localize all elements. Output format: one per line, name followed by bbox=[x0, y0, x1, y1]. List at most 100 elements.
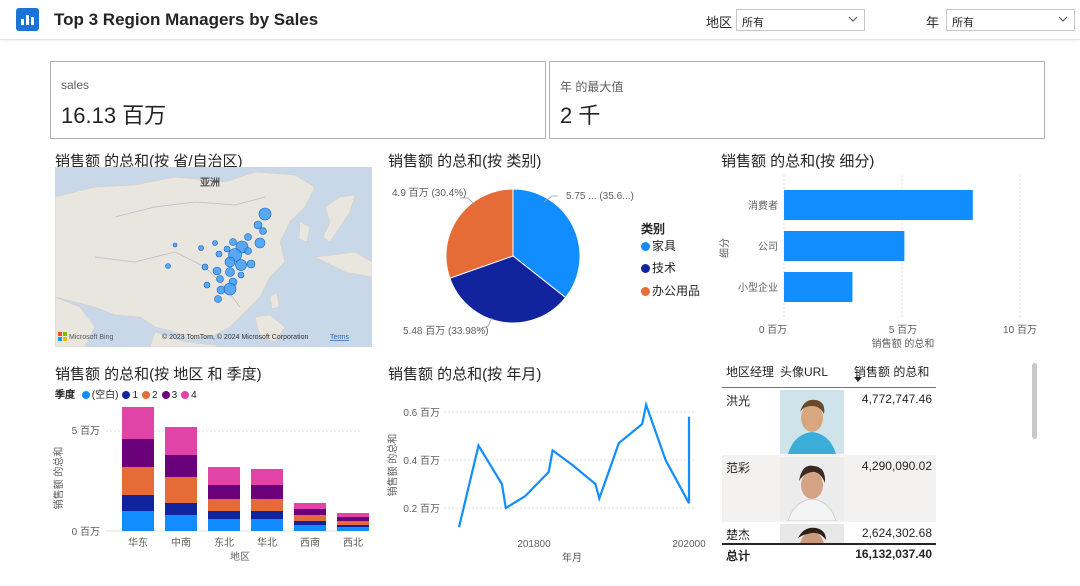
stacked-xlabel: 地区 bbox=[230, 550, 250, 563]
table-header-sales[interactable]: 销售额 的总和 bbox=[854, 363, 929, 380]
stacked-segment-3-0[interactable] bbox=[251, 519, 283, 531]
chevron-down-icon bbox=[1058, 16, 1068, 22]
region-filter-label: 地区 bbox=[706, 15, 733, 30]
stacked-segment-2-4[interactable] bbox=[208, 467, 240, 485]
year-filter-label: 年 bbox=[926, 15, 940, 30]
pie-legend-item-tech[interactable]: 技术 bbox=[641, 259, 676, 276]
stacked-category-label: 中南 bbox=[171, 536, 191, 549]
sales-map[interactable]: 亚洲 Microsoft Bing © 2023 TomTom, © 2024 … bbox=[55, 167, 372, 347]
legend-dot-icon bbox=[641, 242, 650, 251]
year-filter-select[interactable]: 所有 bbox=[946, 9, 1075, 31]
stacked-segment-0-4[interactable] bbox=[122, 407, 154, 439]
legend-dot-icon bbox=[142, 391, 151, 399]
map-terms-link[interactable]: Terms bbox=[330, 334, 350, 341]
stacked-segment-3-3[interactable] bbox=[251, 485, 283, 499]
stacked-ytick-5: 5 百万 bbox=[72, 425, 100, 437]
table-row[interactable]: 楚杰 2,624,302.68 bbox=[722, 522, 936, 544]
stacked-segment-4-0[interactable] bbox=[294, 525, 326, 531]
bar-ylabel: 细分 bbox=[718, 238, 731, 258]
sales-card[interactable]: sales 16.13 百万 bbox=[50, 61, 546, 139]
map-region-label: 亚洲 bbox=[200, 177, 220, 189]
region-filter-select[interactable]: 所有 bbox=[736, 9, 865, 31]
stacked-segment-5-0[interactable] bbox=[337, 527, 369, 531]
stacked-segment-5-3[interactable] bbox=[337, 517, 369, 521]
stacked-segment-2-2[interactable] bbox=[208, 499, 240, 511]
stacked-bars[interactable] bbox=[122, 407, 369, 531]
sales-line[interactable] bbox=[457, 400, 691, 528]
segment-bars[interactable] bbox=[784, 190, 973, 302]
stacked-category-label: 西南 bbox=[300, 536, 320, 549]
stacked-segment-4-1[interactable] bbox=[294, 521, 326, 525]
sales-card-label: sales bbox=[61, 78, 90, 92]
year-filter-value: 所有 bbox=[952, 17, 974, 29]
pie-visual-title: 销售额 的总和(按 类别) bbox=[388, 153, 542, 170]
stacked-category-label: 华东 bbox=[128, 536, 148, 549]
year-max-card[interactable]: 年 的最大值 2 千 bbox=[549, 61, 1045, 139]
table-cell-manager: 范彩 bbox=[726, 461, 751, 475]
stacked-segment-0-2[interactable] bbox=[122, 467, 154, 495]
stacked-segment-2-3[interactable] bbox=[208, 485, 240, 499]
stacked-segment-0-1[interactable] bbox=[122, 495, 154, 511]
avatar bbox=[780, 457, 844, 521]
stacked-category-label: 西北 bbox=[343, 537, 363, 549]
stacked-segment-1-0[interactable] bbox=[165, 515, 197, 531]
pie-legend-item-furniture[interactable]: 家具 bbox=[641, 237, 676, 254]
stacked-segment-5-2[interactable] bbox=[337, 521, 369, 525]
bar-1[interactable] bbox=[784, 231, 905, 261]
stacked-segment-3-4[interactable] bbox=[251, 469, 283, 485]
stacked-segment-3-2[interactable] bbox=[251, 499, 283, 511]
table-total-value: 16,132,037.40 bbox=[855, 547, 932, 561]
stacked-segment-1-4[interactable] bbox=[165, 427, 197, 455]
stacked-segment-3-1[interactable] bbox=[251, 511, 283, 519]
line-series[interactable] bbox=[457, 400, 691, 528]
legend-dot-icon bbox=[641, 264, 650, 273]
pie-slices[interactable] bbox=[445, 188, 581, 324]
table-header-manager[interactable]: 地区经理 bbox=[726, 363, 774, 380]
stacked-segment-1-3[interactable] bbox=[165, 455, 197, 477]
stacked-segment-4-2[interactable] bbox=[294, 515, 326, 521]
table-cell-sales: 2,624,302.68 bbox=[861, 526, 932, 540]
region-quarter-chart[interactable]: 华东 中南 东北 华北 西南 西北 5 百万 0 百万 地区 销售额 的总和 bbox=[50, 400, 370, 570]
pie-label-furniture: 5.75 ... (35.6...) bbox=[566, 191, 634, 202]
bar-category-label: 公司 bbox=[758, 242, 778, 253]
legend-dot-icon bbox=[161, 391, 170, 399]
bar-0[interactable] bbox=[784, 190, 973, 220]
line-xtick-202000: 202000 bbox=[672, 539, 706, 550]
stacked-segment-0-3[interactable] bbox=[122, 439, 154, 467]
line-xtick-201800: 201800 bbox=[517, 539, 551, 550]
pie-legend-title: 类别 bbox=[641, 222, 666, 236]
table-total-label: 总计 bbox=[726, 549, 751, 563]
stacked-segment-4-4[interactable] bbox=[294, 503, 326, 509]
avatar bbox=[780, 524, 844, 544]
stacked-segment-5-4[interactable] bbox=[337, 513, 369, 517]
table-row[interactable]: 洪光 4,772,747.46 bbox=[722, 388, 936, 456]
stacked-segment-2-0[interactable] bbox=[208, 519, 240, 531]
table-cell-manager: 洪光 bbox=[726, 394, 751, 408]
segment-bar-chart[interactable]: 消费者公司小型企业 0 百万 5 百万 10 百万 销售额 的总和 细分 bbox=[716, 170, 1056, 354]
line-ytick-06: 0.6 百万 bbox=[403, 407, 440, 419]
table-scrollbar[interactable] bbox=[1032, 363, 1037, 439]
map-canvas: 亚洲 Microsoft Bing © 2023 TomTom, © 2024 … bbox=[55, 171, 372, 347]
sales-card-value: 16.13 百万 bbox=[61, 103, 167, 128]
stacked-segment-5-1[interactable] bbox=[337, 525, 369, 527]
stacked-legend: 季度 (空白) 1 2 3 4 bbox=[55, 386, 197, 401]
table-row[interactable]: 范彩 4,290,090.02 bbox=[722, 455, 936, 523]
line-xlabel: 年月 bbox=[562, 551, 582, 564]
chevron-down-icon bbox=[848, 16, 858, 22]
stacked-segment-4-3[interactable] bbox=[294, 509, 326, 515]
bar-2[interactable] bbox=[784, 272, 853, 302]
table-cell-sales: 4,290,090.02 bbox=[861, 459, 932, 473]
stacked-segment-1-2[interactable] bbox=[165, 477, 197, 503]
stacked-category-label: 东北 bbox=[214, 536, 234, 549]
top-bar: Top 3 Region Managers by Sales 地区 所有 年 所… bbox=[0, 0, 1080, 40]
stacked-segment-0-0[interactable] bbox=[122, 511, 154, 531]
table-header-avatar-url[interactable]: 头像URL bbox=[780, 363, 828, 380]
pie-label-tech: 5.48 百万 (33.98%) bbox=[403, 325, 489, 337]
stacked-segment-2-1[interactable] bbox=[208, 511, 240, 519]
pie-legend-item-office[interactable]: 办公用品 bbox=[641, 282, 700, 299]
year-month-line-chart[interactable]: 0.6 百万 0.4 百万 0.2 百万 201800 202000 年月 销售… bbox=[384, 390, 714, 570]
table-cell-sales: 4,772,747.46 bbox=[861, 392, 932, 406]
legend-dot-icon bbox=[641, 287, 650, 296]
stacked-segment-1-1[interactable] bbox=[165, 503, 197, 515]
line-ytick-04: 0.4 百万 bbox=[403, 455, 440, 467]
